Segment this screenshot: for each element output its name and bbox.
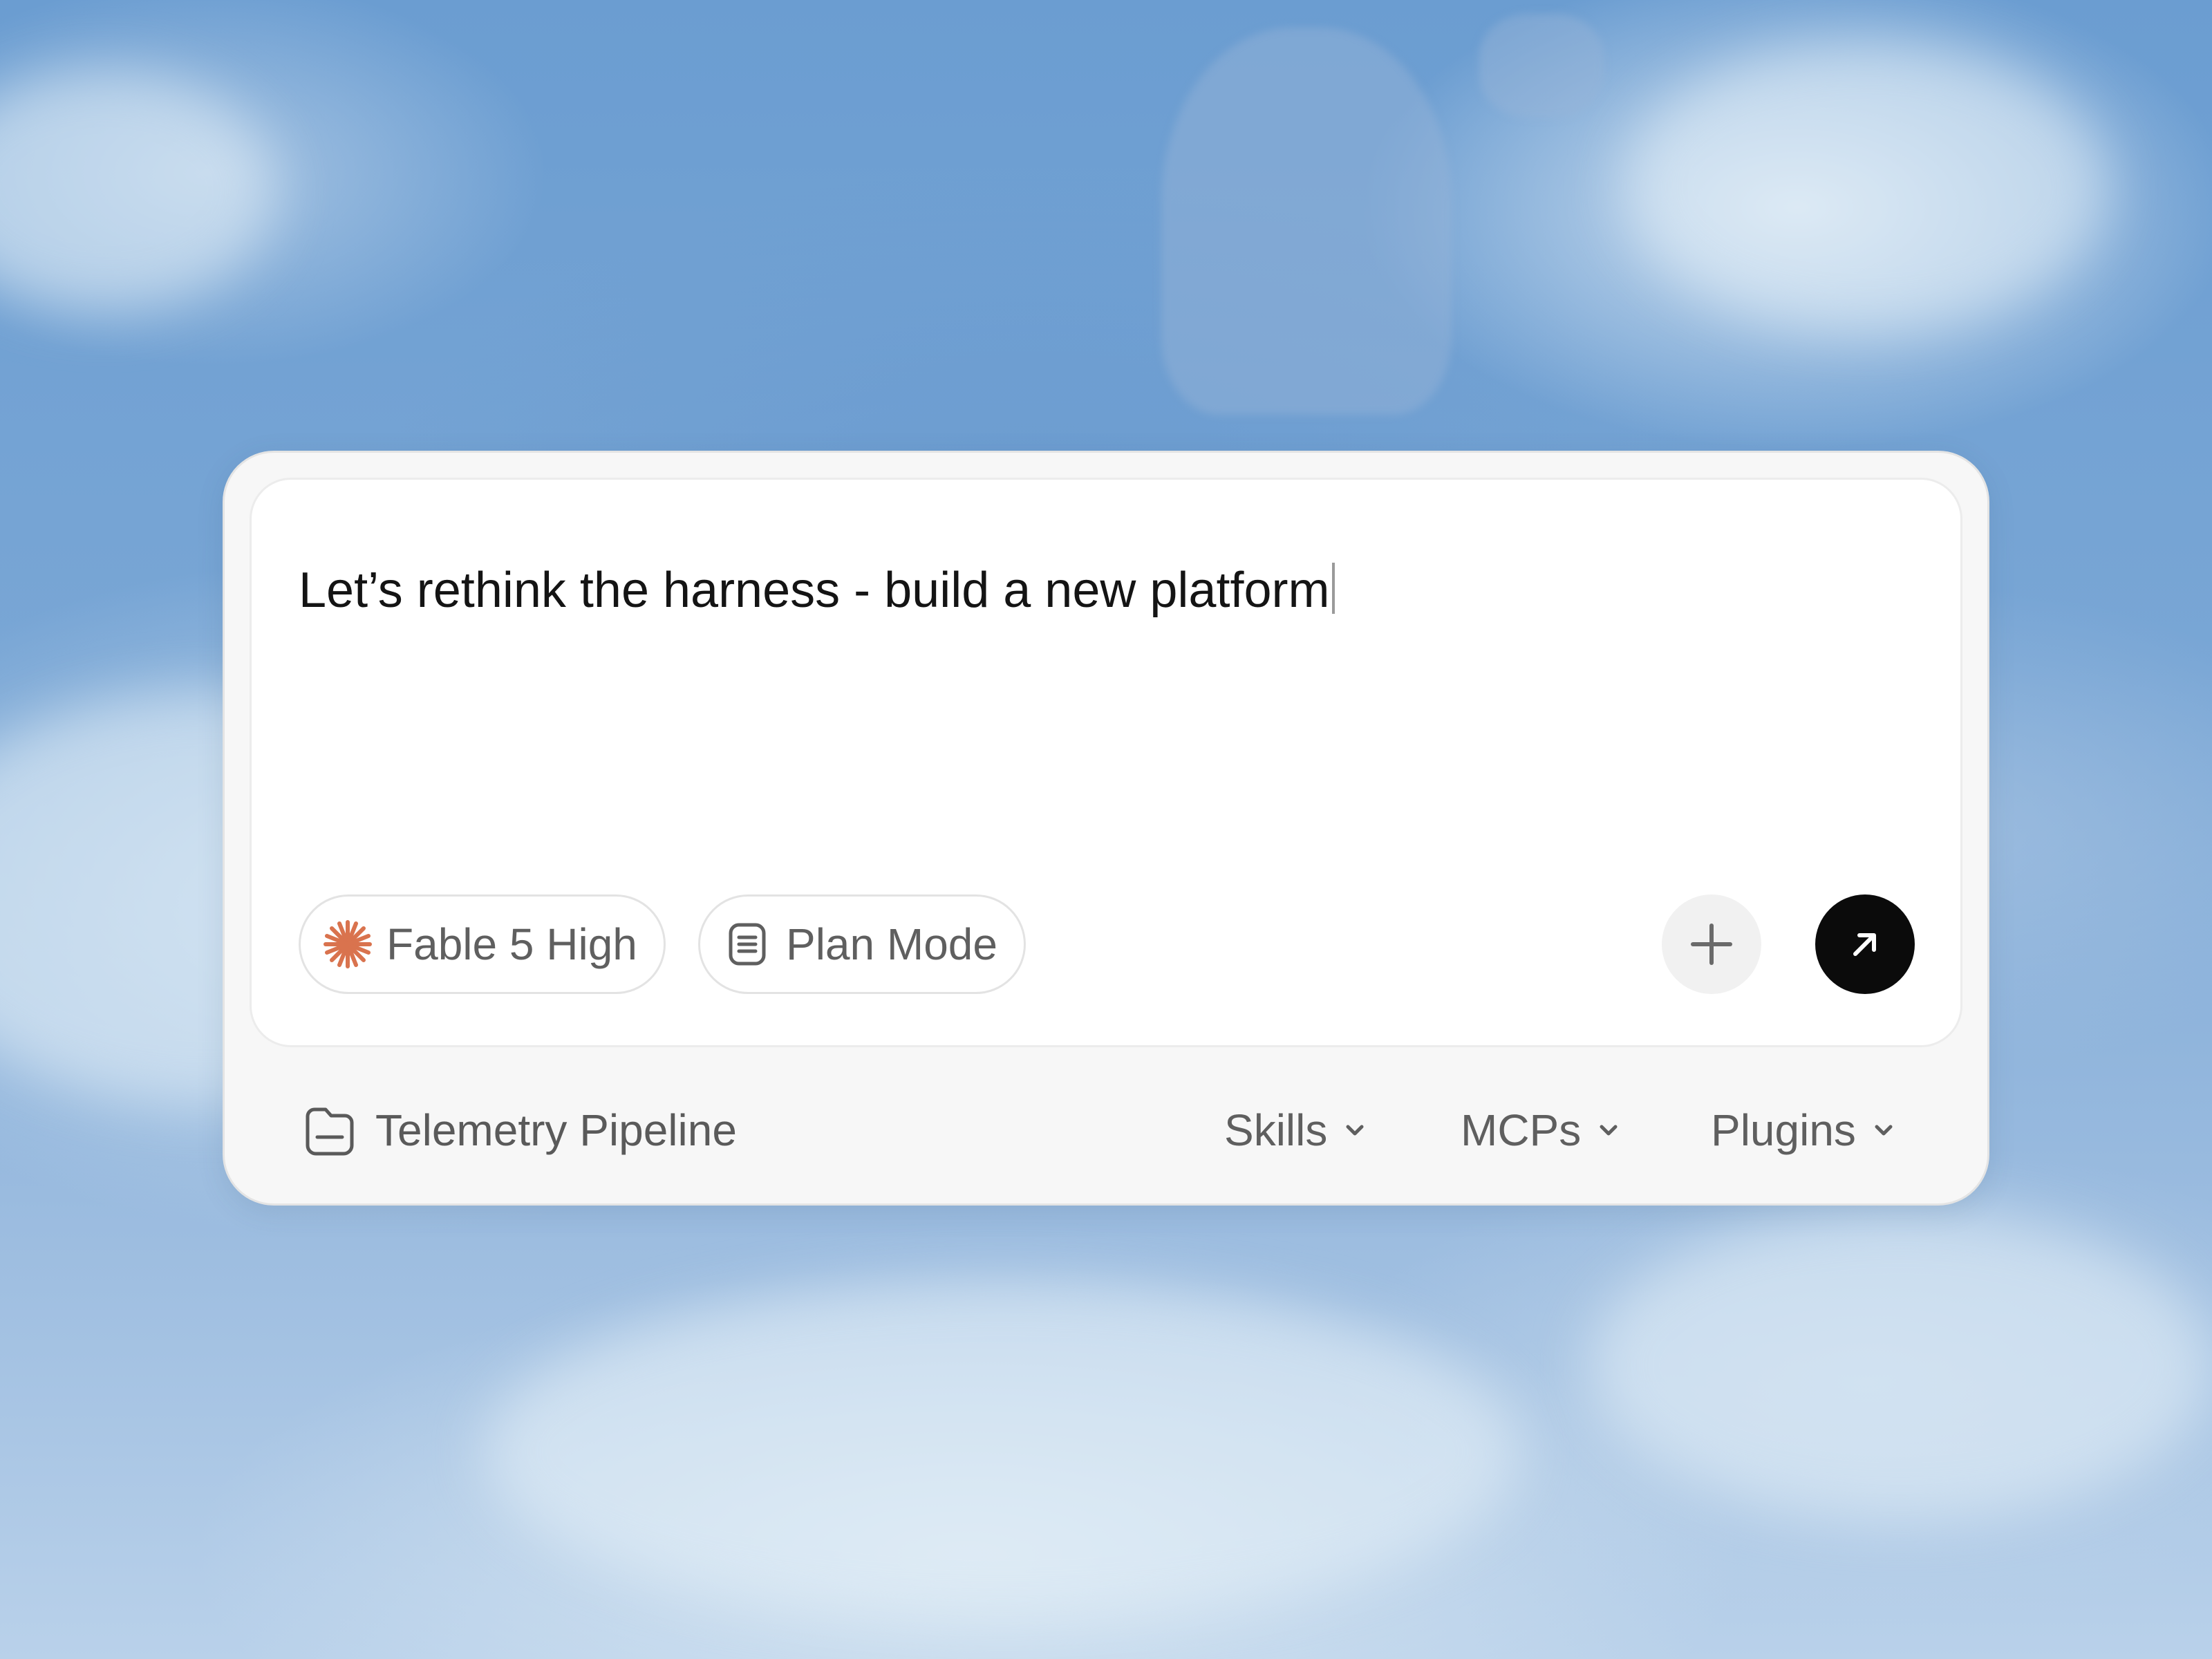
folder-icon [301, 1101, 359, 1159]
chevron-down-icon [1596, 1118, 1621, 1143]
chevron-down-icon [1871, 1118, 1896, 1143]
project-selector[interactable]: Telemetry Pipeline [301, 1096, 737, 1165]
project-label: Telemetry Pipeline [375, 1105, 737, 1155]
text-caret [1332, 563, 1335, 614]
prompt-input-area[interactable]: Let’s rethink the harness - build a new … [250, 478, 1962, 1047]
skills-dropdown[interactable]: Skills [1224, 1096, 1367, 1165]
model-label: Fable 5 High [386, 919, 637, 969]
chevron-down-icon [1342, 1118, 1367, 1143]
send-button[interactable] [1815, 894, 1915, 994]
prompt-input[interactable]: Let’s rethink the harness - build a new … [299, 563, 1335, 615]
mode-label: Plan Mode [786, 919, 997, 969]
skills-label: Skills [1224, 1105, 1328, 1155]
arrow-up-right-icon [1853, 933, 1876, 956]
prompt-text: Let’s rethink the harness - build a new … [299, 563, 1330, 618]
plugins-dropdown[interactable]: Plugins [1711, 1096, 1896, 1165]
document-icon [721, 918, 774, 971]
plus-icon [1691, 924, 1732, 965]
plugins-label: Plugins [1711, 1105, 1856, 1155]
model-selector-button[interactable]: Fable 5 High [299, 894, 666, 994]
add-button[interactable] [1662, 894, 1761, 994]
asterisk-icon [321, 918, 374, 971]
mcps-dropdown[interactable]: MCPs [1461, 1096, 1621, 1165]
prompt-composer: Let’s rethink the harness - build a new … [223, 451, 1989, 1206]
mcps-label: MCPs [1461, 1105, 1582, 1155]
plan-mode-button[interactable]: Plan Mode [698, 894, 1026, 994]
